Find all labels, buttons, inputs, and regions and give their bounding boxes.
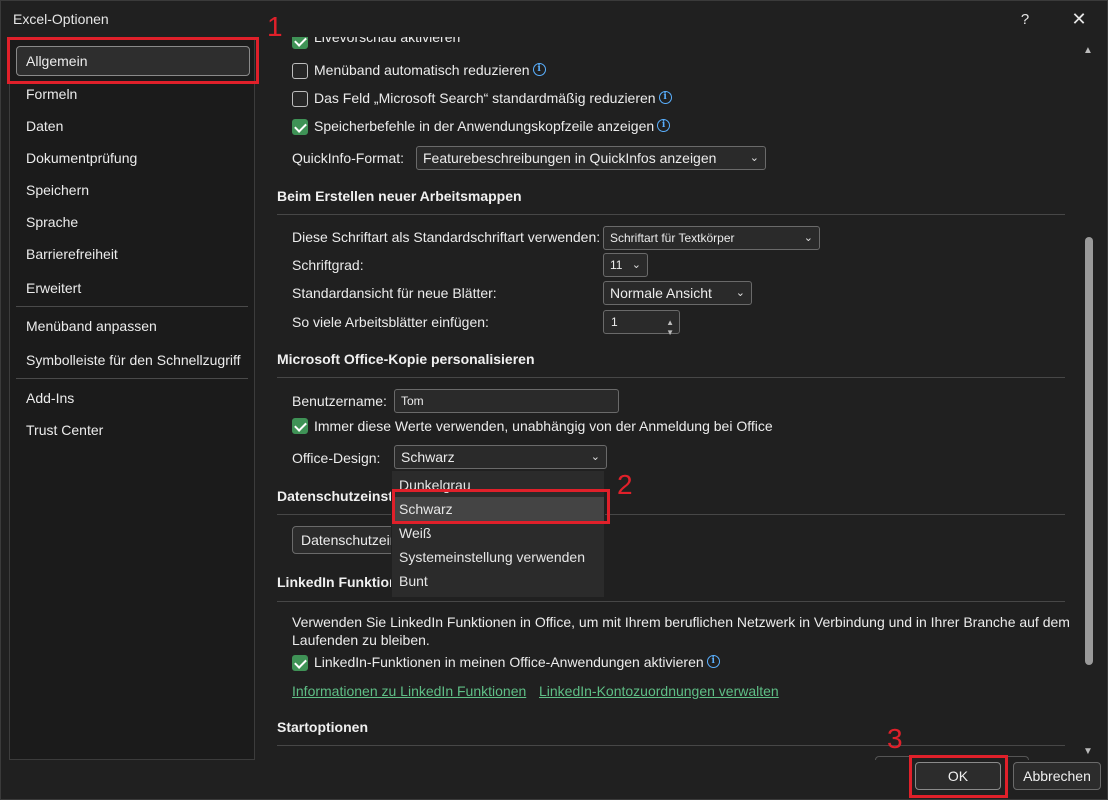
section-divider <box>277 377 1065 378</box>
annotation-box-2 <box>392 489 610 524</box>
default-view-label: Standardansicht für neue Blätter: <box>292 285 497 301</box>
screentip-value: Featurebeschreibungen in QuickInfos anze… <box>423 150 717 166</box>
sidebar-divider <box>16 306 248 307</box>
info-icon[interactable]: i <box>657 119 671 132</box>
section-privacy: Datenschutzeinst <box>277 488 393 504</box>
help-icon[interactable]: ? <box>1011 7 1039 31</box>
section-personalize: Microsoft Office-Kopie personalisieren <box>277 351 535 367</box>
dialog-title: Excel-Optionen <box>13 11 109 27</box>
live-preview-checkbox[interactable] <box>292 37 308 49</box>
theme-option-bunt[interactable]: Bunt <box>399 569 428 593</box>
always-use-label: Immer diese Werte verwenden, unabhängig … <box>314 418 773 434</box>
section-divider <box>277 214 1065 215</box>
sheet-count-stepper[interactable]: 1 ▲ ▼ <box>603 310 680 337</box>
cancel-button[interactable]: Abbrechen <box>1013 762 1101 790</box>
spin-down-icon[interactable]: ▼ <box>666 322 674 344</box>
annotation-box-1 <box>7 37 259 84</box>
sidebar-item-erweitert[interactable]: Erweitert <box>16 273 250 303</box>
chevron-down-icon: ⌄ <box>803 232 813 244</box>
options-sidebar: Allgemein Formeln Daten Dokumentprüfung … <box>9 37 255 760</box>
default-view-select[interactable]: Normale Ansicht ⌄ <box>603 281 752 305</box>
theme-option-weiss[interactable]: Weiß <box>399 521 431 545</box>
linkedin-enable-row: LinkedIn-Funktionen in meinen Office-Anw… <box>314 654 720 670</box>
section-divider <box>277 745 1065 746</box>
section-divider <box>277 601 1065 602</box>
section-linkedin: LinkedIn Funktion <box>277 574 398 590</box>
default-font-select[interactable]: Schriftart für Textkörper ⌄ <box>603 226 820 250</box>
info-icon[interactable]: i <box>658 91 672 104</box>
search-collapse-checkbox[interactable] <box>292 91 308 107</box>
sidebar-item-barrierefreiheit[interactable]: Barrierefreiheit <box>16 239 250 269</box>
linkedin-description-line2: Laufenden zu bleiben. <box>292 632 430 648</box>
sidebar-divider <box>16 378 248 379</box>
linkedin-info-link[interactable]: Informationen zu LinkedIn Funktionen <box>292 683 526 699</box>
section-startup: Startoptionen <box>277 719 368 735</box>
linkedin-description-line1: Verwenden Sie LinkedIn Funktionen in Off… <box>292 614 1070 630</box>
scroll-up-icon[interactable]: ▲ <box>1083 45 1093 56</box>
linkedin-accounts-link[interactable]: LinkedIn-Kontozuordnungen verwalten <box>539 683 779 699</box>
search-collapse-row: Das Feld „Microsoft Search“ standardmäßi… <box>314 90 672 106</box>
save-commands-row: Speicherbefehle in der Anwendungskopfzei… <box>314 118 671 134</box>
office-theme-select[interactable]: Schwarz ⌄ <box>394 445 607 469</box>
info-icon[interactable]: i <box>706 655 720 668</box>
chevron-down-icon: ⌄ <box>735 287 745 299</box>
annotation-box-3 <box>909 755 1008 798</box>
username-label: Benutzername: <box>292 393 387 409</box>
screentip-label: QuickInfo-Format: <box>292 150 405 166</box>
scroll-down-icon[interactable]: ▼ <box>1083 746 1093 757</box>
collapse-ribbon-label: Menüband automatisch reduzieren <box>314 62 530 78</box>
linkedin-enable-checkbox[interactable] <box>292 655 308 671</box>
section-new-workbooks: Beim Erstellen neuer Arbeitsmappen <box>277 188 522 204</box>
sheet-count-label: So viele Arbeitsblätter einfügen: <box>292 314 489 330</box>
chevron-down-icon: ⌄ <box>631 259 641 271</box>
options-content: Livevorschau aktivieren Menüband automat… <box>263 37 1081 757</box>
sidebar-item-sprache[interactable]: Sprache <box>16 207 250 237</box>
font-size-label: Schriftgrad: <box>292 257 364 273</box>
annotation-number-1: 1 <box>267 11 283 42</box>
content-scrollbar[interactable]: ▲ ▼ <box>1081 43 1097 759</box>
annotation-number-3: 3 <box>887 723 903 754</box>
annotation-number-2: 2 <box>617 469 633 500</box>
sidebar-item-speichern[interactable]: Speichern <box>16 175 250 205</box>
excel-options-dialog: Excel-Optionen ? ✕ Allgemein Formeln Dat… <box>0 0 1108 800</box>
scrollbar-thumb[interactable] <box>1085 237 1093 665</box>
search-collapse-label: Das Feld „Microsoft Search“ standardmäßi… <box>314 90 656 106</box>
chevron-down-icon: ⌄ <box>749 152 759 164</box>
collapse-ribbon-checkbox[interactable] <box>292 63 308 79</box>
sidebar-item-add-ins[interactable]: Add-Ins <box>16 383 250 413</box>
theme-option-system[interactable]: Systemeinstellung verwenden <box>399 545 585 569</box>
sheet-count-value: 1 <box>611 315 618 329</box>
office-theme-label: Office-Design: <box>292 450 381 466</box>
title-bar: Excel-Optionen ? ✕ <box>1 1 1107 37</box>
info-icon[interactable]: i <box>532 63 546 76</box>
sidebar-item-trust-center[interactable]: Trust Center <box>16 415 250 445</box>
save-commands-checkbox[interactable] <box>292 119 308 135</box>
live-preview-label: Livevorschau aktivieren <box>314 37 461 45</box>
default-view-value: Normale Ansicht <box>610 285 712 301</box>
default-font-value: Schriftart für Textkörper <box>610 231 735 245</box>
username-input[interactable]: Tom <box>394 389 619 413</box>
font-size-value: 11 <box>610 258 623 272</box>
font-size-select[interactable]: 11 ⌄ <box>603 253 648 277</box>
close-icon[interactable]: ✕ <box>1065 7 1093 31</box>
sidebar-item-dokumentpruefung[interactable]: Dokumentprüfung <box>16 143 250 173</box>
sidebar-item-symbolleiste[interactable]: Symbolleiste für den Schnellzugriff <box>16 345 250 375</box>
save-commands-label: Speicherbefehle in der Anwendungskopfzei… <box>314 118 655 134</box>
sidebar-item-menueband-anpassen[interactable]: Menüband anpassen <box>16 311 250 341</box>
office-theme-value: Schwarz <box>401 449 455 465</box>
always-use-checkbox[interactable] <box>292 418 308 434</box>
default-font-label: Diese Schriftart als Standardschriftart … <box>292 229 601 245</box>
sidebar-item-daten[interactable]: Daten <box>16 111 250 141</box>
chevron-down-icon: ⌄ <box>590 451 600 463</box>
linkedin-enable-label: LinkedIn-Funktionen in meinen Office-Anw… <box>314 654 704 670</box>
collapse-ribbon-row: Menüband automatisch reduzieren i <box>314 62 546 78</box>
screentip-select[interactable]: Featurebeschreibungen in QuickInfos anze… <box>416 146 766 170</box>
